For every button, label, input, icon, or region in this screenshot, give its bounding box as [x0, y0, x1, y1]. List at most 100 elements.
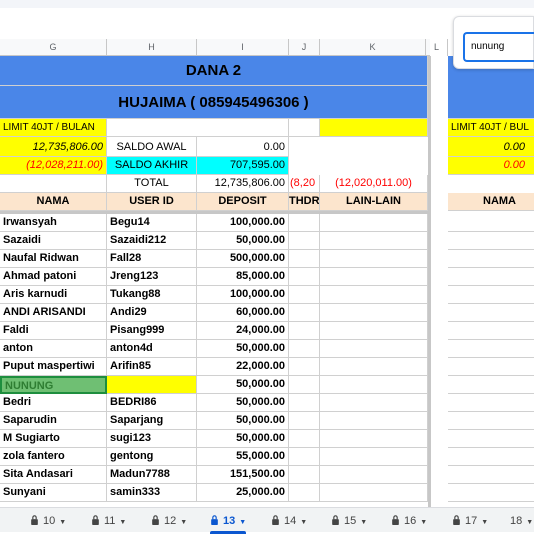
tab-13[interactable]: 13 ▼ — [210, 511, 247, 534]
header-user-id[interactable]: USER ID — [107, 193, 197, 211]
tab-11[interactable]: 11 ▼ — [91, 511, 126, 531]
table-cell[interactable]: 500,000.00 — [197, 250, 289, 268]
table-cell[interactable]: Bedri — [0, 394, 107, 412]
table-cell[interactable] — [448, 358, 534, 376]
table-cell[interactable]: 25,000.00 — [197, 484, 289, 502]
table-cell[interactable]: 50,000.00 — [197, 232, 289, 250]
table-cell[interactable]: gentong — [107, 448, 197, 466]
search-input[interactable]: nunung — [463, 32, 534, 62]
frozen-column-divider[interactable] — [428, 56, 431, 507]
table-cell[interactable] — [289, 214, 320, 232]
table-cell[interactable]: anton — [0, 340, 107, 358]
table-cell[interactable] — [320, 214, 428, 232]
table-cell[interactable] — [320, 430, 428, 448]
table-cell[interactable] — [320, 376, 428, 394]
table-cell[interactable]: Sunyani — [0, 484, 107, 502]
table-cell[interactable] — [320, 322, 428, 340]
total-empty[interactable] — [0, 175, 107, 193]
table-cell[interactable] — [448, 448, 534, 466]
table-cell[interactable] — [289, 394, 320, 412]
table-cell[interactable]: Tukang88 — [107, 286, 197, 304]
caret-down-icon[interactable]: ▼ — [420, 519, 427, 526]
caret-down-icon[interactable]: ▼ — [239, 519, 246, 526]
column-header-k[interactable]: K — [320, 39, 426, 56]
table-cell[interactable] — [448, 376, 534, 394]
tab-17[interactable]: 17 ▼ — [452, 511, 488, 531]
total-label[interactable]: TOTAL — [107, 175, 197, 193]
table-cell[interactable]: 50,000.00 — [197, 430, 289, 448]
limit-label[interactable]: LIMIT 40JT / BULAN — [0, 119, 107, 137]
table-cell[interactable] — [448, 286, 534, 304]
table-cell[interactable] — [448, 232, 534, 250]
saldo-akhir-label[interactable]: SALDO AKHIR — [107, 157, 197, 175]
table-cell[interactable]: Ahmad patoni — [0, 268, 107, 286]
table-cell[interactable]: Faldi — [0, 322, 107, 340]
table-cell[interactable] — [289, 322, 320, 340]
caret-down-icon[interactable]: ▼ — [180, 519, 187, 526]
table-cell[interactable] — [289, 304, 320, 322]
table-cell[interactable]: Jreng123 — [107, 268, 197, 286]
right-value-2[interactable]: 0.00 — [448, 157, 534, 175]
table-cell[interactable]: Madun7788 — [107, 466, 197, 484]
table-cell[interactable] — [320, 412, 428, 430]
table-cell[interactable]: 100,000.00 — [197, 214, 289, 232]
table-cell[interactable]: 50,000.00 — [197, 340, 289, 358]
table-cell[interactable] — [448, 394, 534, 412]
limit-label-right[interactable]: LIMIT 40JT / BUL — [448, 119, 534, 137]
saldo-akhir-value[interactable]: 707,595.00 — [197, 157, 289, 175]
table-cell[interactable]: Saparjang — [107, 412, 197, 430]
table-cell[interactable] — [320, 484, 428, 502]
table-cell[interactable]: Aris karnudi — [0, 286, 107, 304]
table-cell[interactable]: zola fantero — [0, 448, 107, 466]
table-cell[interactable] — [289, 466, 320, 484]
limit-value[interactable]: 12,735,806.00 — [0, 137, 107, 157]
table-cell[interactable]: ANDI ARISANDI — [0, 304, 107, 322]
table-cell[interactable]: Puput maspertiwi — [0, 358, 107, 376]
table-cell[interactable] — [320, 340, 428, 358]
caret-down-icon[interactable]: ▼ — [526, 519, 533, 526]
caret-down-icon[interactable]: ▼ — [59, 519, 66, 526]
table-cell[interactable] — [448, 304, 534, 322]
table-cell[interactable]: Sita Andasari — [0, 466, 107, 484]
table-cell[interactable]: Saparudin — [0, 412, 107, 430]
table-cell[interactable]: 50,000.00 — [197, 412, 289, 430]
table-cell[interactable]: 100,000.00 — [197, 286, 289, 304]
table-cell[interactable]: 60,000.00 — [197, 304, 289, 322]
table-cell[interactable] — [289, 412, 320, 430]
table-cell[interactable] — [289, 268, 320, 286]
table-cell[interactable] — [289, 250, 320, 268]
table-cell[interactable] — [289, 376, 320, 394]
table-cell[interactable]: M Sugiarto — [0, 430, 107, 448]
column-header-h[interactable]: H — [107, 39, 197, 56]
total-deposit[interactable]: 12,735,806.00 — [197, 175, 289, 193]
caret-down-icon[interactable]: ▼ — [481, 519, 488, 526]
limit-remaining[interactable]: (12,028,211.00) — [0, 157, 107, 175]
column-header-j[interactable]: J — [289, 39, 320, 56]
total-withdraw[interactable]: (8,20 — [289, 175, 320, 193]
table-cell[interactable] — [289, 232, 320, 250]
table-cell[interactable]: Begu14 — [107, 214, 197, 232]
table-cell[interactable] — [107, 376, 197, 394]
table-cell[interactable]: 24,000.00 — [197, 322, 289, 340]
header-lain[interactable]: LAIN-LAIN — [320, 193, 428, 211]
table-cell[interactable] — [320, 466, 428, 484]
table-cell[interactable]: 55,000.00 — [197, 448, 289, 466]
caret-down-icon[interactable]: ▼ — [119, 519, 126, 526]
table-cell[interactable] — [448, 268, 534, 286]
table-cell[interactable] — [289, 340, 320, 358]
table-cell[interactable] — [448, 484, 534, 502]
table-cell[interactable]: NUNUNG — [0, 376, 107, 394]
table-cell[interactable] — [320, 268, 428, 286]
saldo-awal-label[interactable]: SALDO AWAL — [107, 137, 197, 157]
table-cell[interactable]: Sazaidi — [0, 232, 107, 250]
table-cell[interactable] — [289, 430, 320, 448]
table-cell[interactable]: 22,000.00 — [197, 358, 289, 376]
table-cell[interactable]: Arifin85 — [107, 358, 197, 376]
column-header-i[interactable]: I — [197, 39, 289, 56]
right-value-1[interactable]: 0.00 — [448, 137, 534, 157]
table-cell[interactable] — [320, 232, 428, 250]
table-cell[interactable] — [448, 322, 534, 340]
table-cell[interactable]: Sazaidi212 — [107, 232, 197, 250]
tab-12[interactable]: 12 ▼ — [151, 511, 187, 531]
table-cell[interactable] — [320, 358, 428, 376]
